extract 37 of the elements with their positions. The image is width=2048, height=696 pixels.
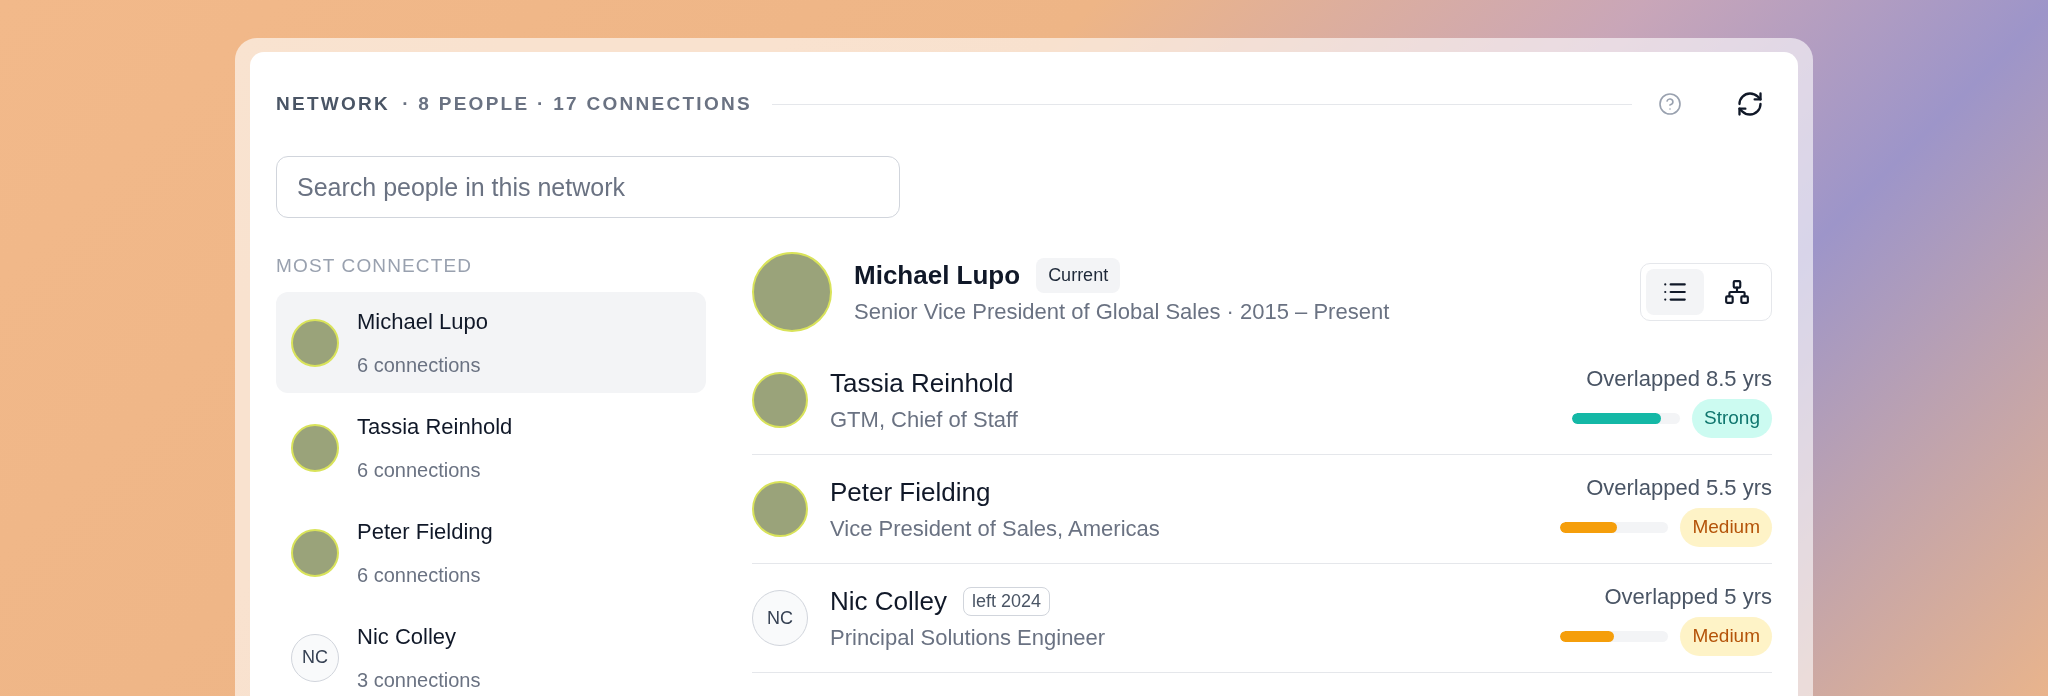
connection-count: 6 connections: [357, 459, 482, 480]
network-title: NETWORK: [276, 91, 391, 116]
sidebar-heading: MOST CONNECTED: [276, 254, 474, 278]
person-name: Nic Colley: [830, 585, 948, 618]
strength-badge: Medium: [1680, 617, 1772, 656]
person-title: Vice President of Sales, Americas: [830, 515, 1161, 543]
person-title: GTM, Chief of Staff: [830, 406, 1019, 434]
person-name: Tassia Reinhold: [357, 415, 513, 438]
left-tag: left 2024: [963, 587, 1051, 616]
person-name: Peter Fielding: [357, 520, 493, 543]
strength-badge: Strong: [1692, 399, 1772, 438]
network-stats: · 8 PEOPLE · 17 CONNECTIONS: [402, 91, 752, 116]
overlap-duration: Overlapped 5.5 yrs: [1586, 474, 1772, 503]
person-name: Tassia Reinhold: [830, 367, 1014, 400]
initials-avatar: NC: [291, 633, 339, 682]
person-name: Michael Lupo: [357, 310, 488, 333]
photo-placeholder: [291, 528, 339, 577]
strength-badge: Medium: [1680, 508, 1772, 547]
overlap-duration: Overlapped 8.5 yrs: [1586, 365, 1772, 394]
connection-count: 6 connections: [357, 354, 482, 375]
current-person-name: Michael Lupo: [854, 259, 1021, 292]
photo-placeholder: [291, 318, 339, 367]
list-view-icon[interactable]: [1646, 269, 1704, 315]
initials-avatar: NC: [752, 590, 808, 646]
person-name: Nic Colley: [357, 625, 458, 648]
overlap-duration: Overlapped 5 yrs: [1604, 583, 1772, 612]
photo-placeholder: [752, 481, 808, 537]
photo-placeholder: [752, 372, 808, 428]
connection-count: 3 connections: [357, 669, 481, 690]
sidebar-item[interactable]: Michael Lupo 6 connections: [276, 292, 706, 393]
current-person-subtitle: Senior Vice President of Global Sales · 2015 – Present: [854, 298, 1391, 326]
person-title: Principal Solutions Engineer: [830, 624, 1107, 652]
search-field[interactable]: Search people in this network: [276, 156, 900, 218]
connection-count: 6 connections: [357, 564, 482, 585]
current-badge: Current: [1036, 258, 1121, 293]
photo-placeholder: [291, 423, 339, 472]
person-name: Peter Fielding: [830, 476, 991, 509]
